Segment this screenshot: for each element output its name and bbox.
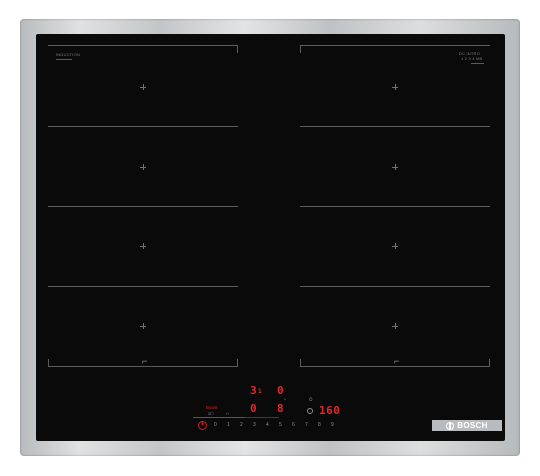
zone-left-corner: [237, 45, 238, 53]
zone-marker-icon[interactable]: [140, 84, 146, 90]
slider-digit[interactable]: 3: [253, 423, 256, 428]
bosch-logo-icon: [446, 421, 455, 430]
slider-digit[interactable]: 7: [305, 423, 308, 428]
zone-divider: [300, 206, 490, 207]
left-mode-icon[interactable]: ‹‹: [226, 411, 229, 416]
zone-right-top-line: [300, 45, 490, 46]
timer-icon[interactable]: [307, 408, 313, 414]
display-zone-a: 3: [250, 384, 257, 397]
heat-label: °: [284, 398, 286, 403]
zone-left-top-line: [48, 45, 238, 46]
zone-right-corner: [300, 45, 301, 53]
display-zone-b: 0: [277, 384, 284, 397]
glass-cooktop: [36, 34, 505, 441]
zone-marker-icon[interactable]: [392, 164, 398, 170]
zone-bottom-line: [300, 366, 490, 367]
zone-right-bottom-corner: [300, 359, 301, 367]
zone-divider: [48, 126, 238, 127]
brand-name: BOSCH: [457, 421, 488, 430]
control-divider: [245, 417, 279, 418]
zone-left-label-underline: [56, 59, 72, 60]
slider-digit[interactable]: 4: [266, 423, 269, 428]
slider-digit[interactable]: 9: [331, 423, 334, 428]
zone-left-bottom-corner: [237, 359, 238, 367]
slider-digit[interactable]: 5: [279, 423, 282, 428]
zone-divider: [300, 126, 490, 127]
pan-icon: ⌐: [142, 356, 148, 366]
display-zone-d: 8: [277, 402, 284, 415]
zone-left-label: INDUCTION: [56, 52, 81, 57]
zone-marker-icon[interactable]: [140, 323, 146, 329]
pan-icon: ⌐: [394, 356, 400, 366]
zone-right-bottom-corner: [489, 359, 490, 367]
boost-sub-icon[interactable]: ≡□: [208, 411, 213, 416]
power-icon[interactable]: [198, 421, 207, 430]
zone-divider: [300, 286, 490, 287]
zone-bottom-line: [48, 366, 238, 367]
zone-marker-icon[interactable]: [392, 243, 398, 249]
slider-digit[interactable]: 6: [292, 423, 295, 428]
zone-marker-icon[interactable]: [392, 323, 398, 329]
zone-right-sublabel: 1 2 3 4 MB: [461, 56, 483, 61]
zone-marker-icon[interactable]: [392, 84, 398, 90]
display-zone-a-small: 1: [258, 388, 262, 395]
display-zone-c: 0: [250, 402, 257, 415]
zone-divider: [48, 286, 238, 287]
slider-digit[interactable]: 1: [227, 423, 230, 428]
boost-label[interactable]: Boost: [206, 405, 218, 410]
slider-digit[interactable]: 2: [240, 423, 243, 428]
slider-digit[interactable]: 0: [214, 423, 217, 428]
timer-small-icon[interactable]: ⏱: [309, 397, 313, 402]
zone-right-label-underline: [471, 63, 484, 64]
timer-display: 160: [319, 404, 341, 417]
brand-plate: BOSCH: [432, 420, 502, 431]
zone-left-bottom-corner: [48, 359, 49, 367]
control-divider: [193, 417, 245, 418]
slider-digit[interactable]: 8: [318, 423, 321, 428]
zone-divider: [48, 206, 238, 207]
zone-marker-icon[interactable]: [140, 164, 146, 170]
zone-marker-icon[interactable]: [140, 243, 146, 249]
